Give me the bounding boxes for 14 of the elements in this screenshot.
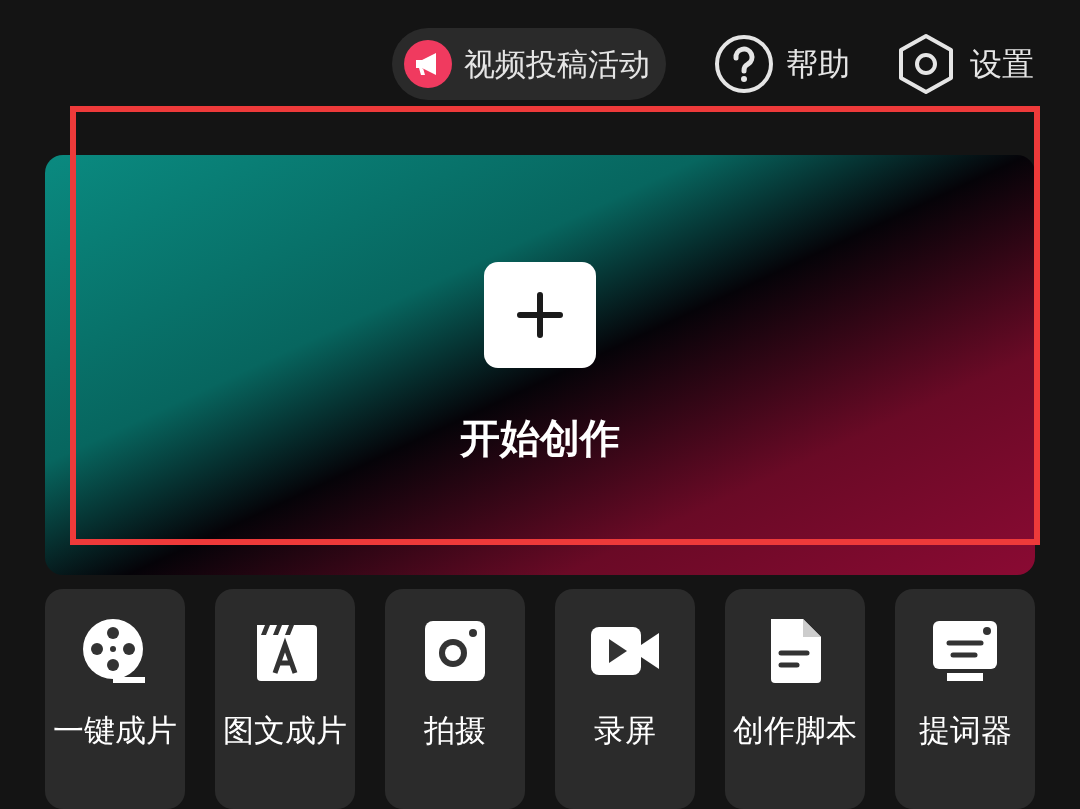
campaign-button[interactable]: 视频投稿活动 [392,28,666,100]
settings-button[interactable]: 设置 [898,33,1034,95]
tool-tile[interactable]: 提词器 [895,589,1035,809]
tool-tile[interactable]: 录屏 [555,589,695,809]
megaphone-icon [404,40,452,88]
help-icon [714,34,774,94]
plus-icon [484,262,596,368]
tool-tile[interactable]: 一键成片 [45,589,185,809]
help-button[interactable]: 帮助 [714,34,850,94]
tool-tile[interactable]: 图文成片 [215,589,355,809]
start-creating-banner[interactable]: 开始创作 [45,155,1035,575]
tool-tile[interactable]: 拍摄 [385,589,525,809]
tool-tile[interactable]: 创作脚本 [725,589,865,809]
settings-icon [898,33,954,95]
